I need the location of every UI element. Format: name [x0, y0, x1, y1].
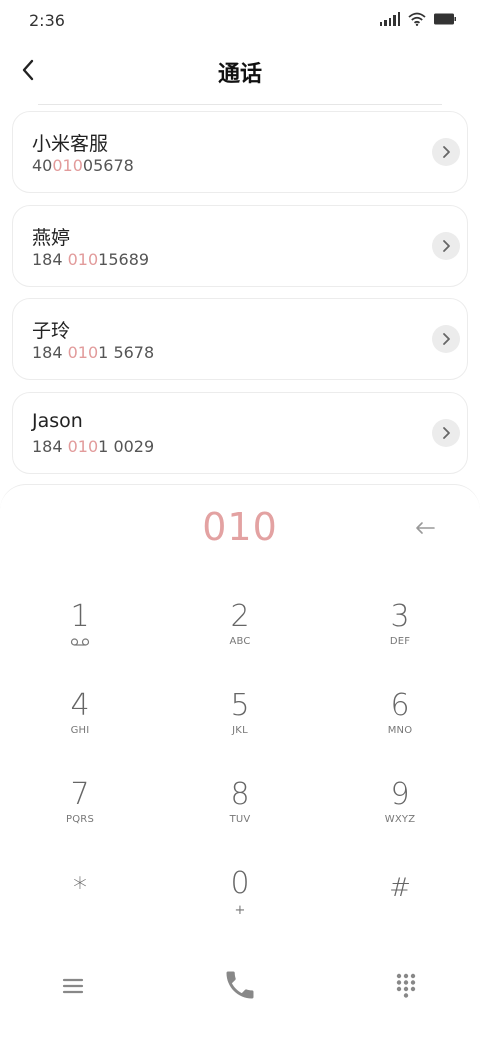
- key-hash[interactable]: #: [340, 866, 460, 938]
- key-letters: JKL: [232, 725, 248, 736]
- key-digit: 3: [390, 599, 410, 634]
- contact-detail-button[interactable]: [432, 418, 460, 447]
- key-letters: PQRS: [66, 814, 94, 825]
- key-3[interactable]: 3 DEF: [340, 599, 460, 671]
- key-digit: 2: [230, 599, 250, 634]
- matched-digits: 010: [52, 156, 83, 175]
- contact-card[interactable]: Jason 184 0101 0029: [12, 391, 468, 474]
- dialpad-icon: [396, 973, 416, 998]
- contact-name: 小米客服: [32, 133, 109, 155]
- contact-name: 子玲: [32, 320, 71, 342]
- key-digit: 0: [230, 866, 250, 901]
- status-icons: [379, 12, 456, 26]
- contact-name: 燕婷: [32, 226, 71, 249]
- key-star[interactable]: *: [20, 866, 140, 938]
- key-digit: 6: [390, 688, 410, 723]
- backspace-button[interactable]: [408, 513, 442, 543]
- key-0[interactable]: 0 +: [180, 866, 300, 938]
- key-digit: 4: [70, 688, 90, 723]
- wifi-icon: [408, 12, 426, 26]
- matched-digits: 010: [67, 436, 99, 456]
- key-letters: ABC: [229, 636, 251, 647]
- key-digit: 8: [230, 777, 250, 812]
- header: 通话: [0, 44, 480, 96]
- chevron-right-icon: [443, 239, 450, 252]
- key-letters: +: [234, 903, 246, 918]
- chevron-right-icon: [443, 333, 450, 345]
- key-digit: #: [389, 873, 411, 903]
- key-digit: *: [73, 871, 87, 904]
- bottom-bar: [0, 955, 480, 1015]
- status-time: 2:36: [29, 11, 65, 30]
- key-letters: WXYZ: [384, 814, 416, 825]
- key-letters: DEF: [389, 636, 411, 647]
- contact-list: 小米客服 4001005678 燕婷 184 01015689 子玲 184 0…: [12, 111, 468, 485]
- contact-card[interactable]: 小米客服 4001005678: [12, 111, 468, 193]
- key-digit: 5: [230, 688, 250, 723]
- key-digit: 9: [390, 777, 410, 812]
- matched-digits: 010: [67, 249, 99, 269]
- contact-detail-button[interactable]: [432, 325, 460, 353]
- contact-detail-button[interactable]: [432, 231, 460, 260]
- contact-card[interactable]: 子玲 184 0101 5678: [12, 298, 468, 380]
- contact-card[interactable]: 燕婷 184 01015689: [12, 204, 468, 287]
- header-divider: [38, 104, 442, 105]
- key-digit: 7: [70, 777, 90, 812]
- key-8[interactable]: 8 TUV: [180, 777, 300, 849]
- page-title: 通话: [217, 62, 262, 87]
- chevron-right-icon: [443, 146, 450, 158]
- key-letters: GHI: [70, 725, 90, 736]
- key-digit: 1: [70, 599, 90, 634]
- matched-digits: 010: [67, 343, 99, 362]
- chevron-right-icon: [443, 426, 450, 439]
- key-1[interactable]: 1: [20, 599, 140, 671]
- key-letters: MNO: [387, 725, 413, 736]
- contact-number: 184 0101 0029: [32, 436, 155, 456]
- contact-name: Jason: [32, 409, 83, 432]
- key-letters: TUV: [229, 814, 251, 825]
- contact-number: 4001005678: [32, 156, 134, 175]
- signal-icon: [379, 12, 400, 26]
- contact-number: 184 0101 5678: [32, 343, 155, 362]
- key-9[interactable]: 9 WXYZ: [340, 777, 460, 849]
- key-7[interactable]: 7 PQRS: [20, 777, 140, 849]
- phone-icon: [226, 971, 254, 999]
- dialpad-toggle-button[interactable]: [394, 971, 418, 1001]
- backspace-icon: [416, 522, 435, 534]
- voicemail-icon: [70, 638, 90, 646]
- contact-number: 184 01015689: [32, 249, 150, 269]
- menu-icon: [62, 978, 84, 994]
- status-bar: 2:36: [0, 0, 480, 40]
- key-4[interactable]: 4 GHI: [20, 688, 140, 760]
- call-button[interactable]: [222, 967, 258, 1003]
- key-5[interactable]: 5 JKL: [180, 688, 300, 760]
- key-2[interactable]: 2 ABC: [180, 599, 300, 671]
- menu-button[interactable]: [58, 971, 88, 1001]
- battery-icon: [434, 13, 456, 25]
- contact-detail-button[interactable]: [432, 138, 460, 166]
- key-6[interactable]: 6 MNO: [340, 688, 460, 760]
